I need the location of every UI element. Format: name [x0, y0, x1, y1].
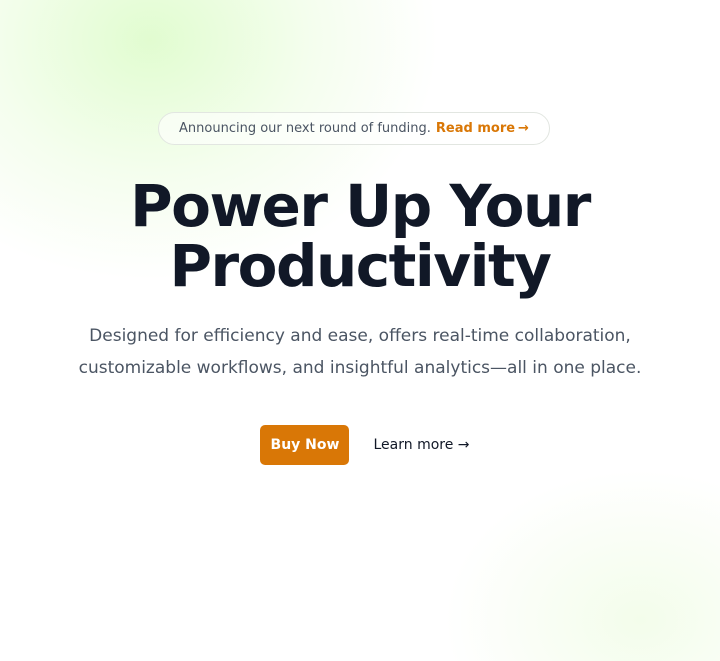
- read-more-link[interactable]: Read more →: [436, 121, 529, 136]
- learn-more-label: Learn more: [373, 437, 454, 453]
- hero-actions: Buy Now Learn more →: [0, 425, 720, 465]
- arrow-right-icon: →: [518, 121, 529, 136]
- hero-headline: Power Up Your Productivity: [130, 172, 591, 300]
- announcement-text: Announcing our next round of funding.: [179, 121, 431, 136]
- arrow-right-icon: →: [457, 437, 470, 453]
- buy-now-button[interactable]: Buy Now: [260, 425, 350, 465]
- hero-subtitle: Designed for efficiency and ease, offers…: [78, 326, 642, 378]
- read-more-label: Read more: [435, 121, 516, 136]
- announcement-pill: Announcing our next round of funding. Re…: [158, 112, 550, 145]
- learn-more-link[interactable]: Learn more →: [373, 437, 469, 453]
